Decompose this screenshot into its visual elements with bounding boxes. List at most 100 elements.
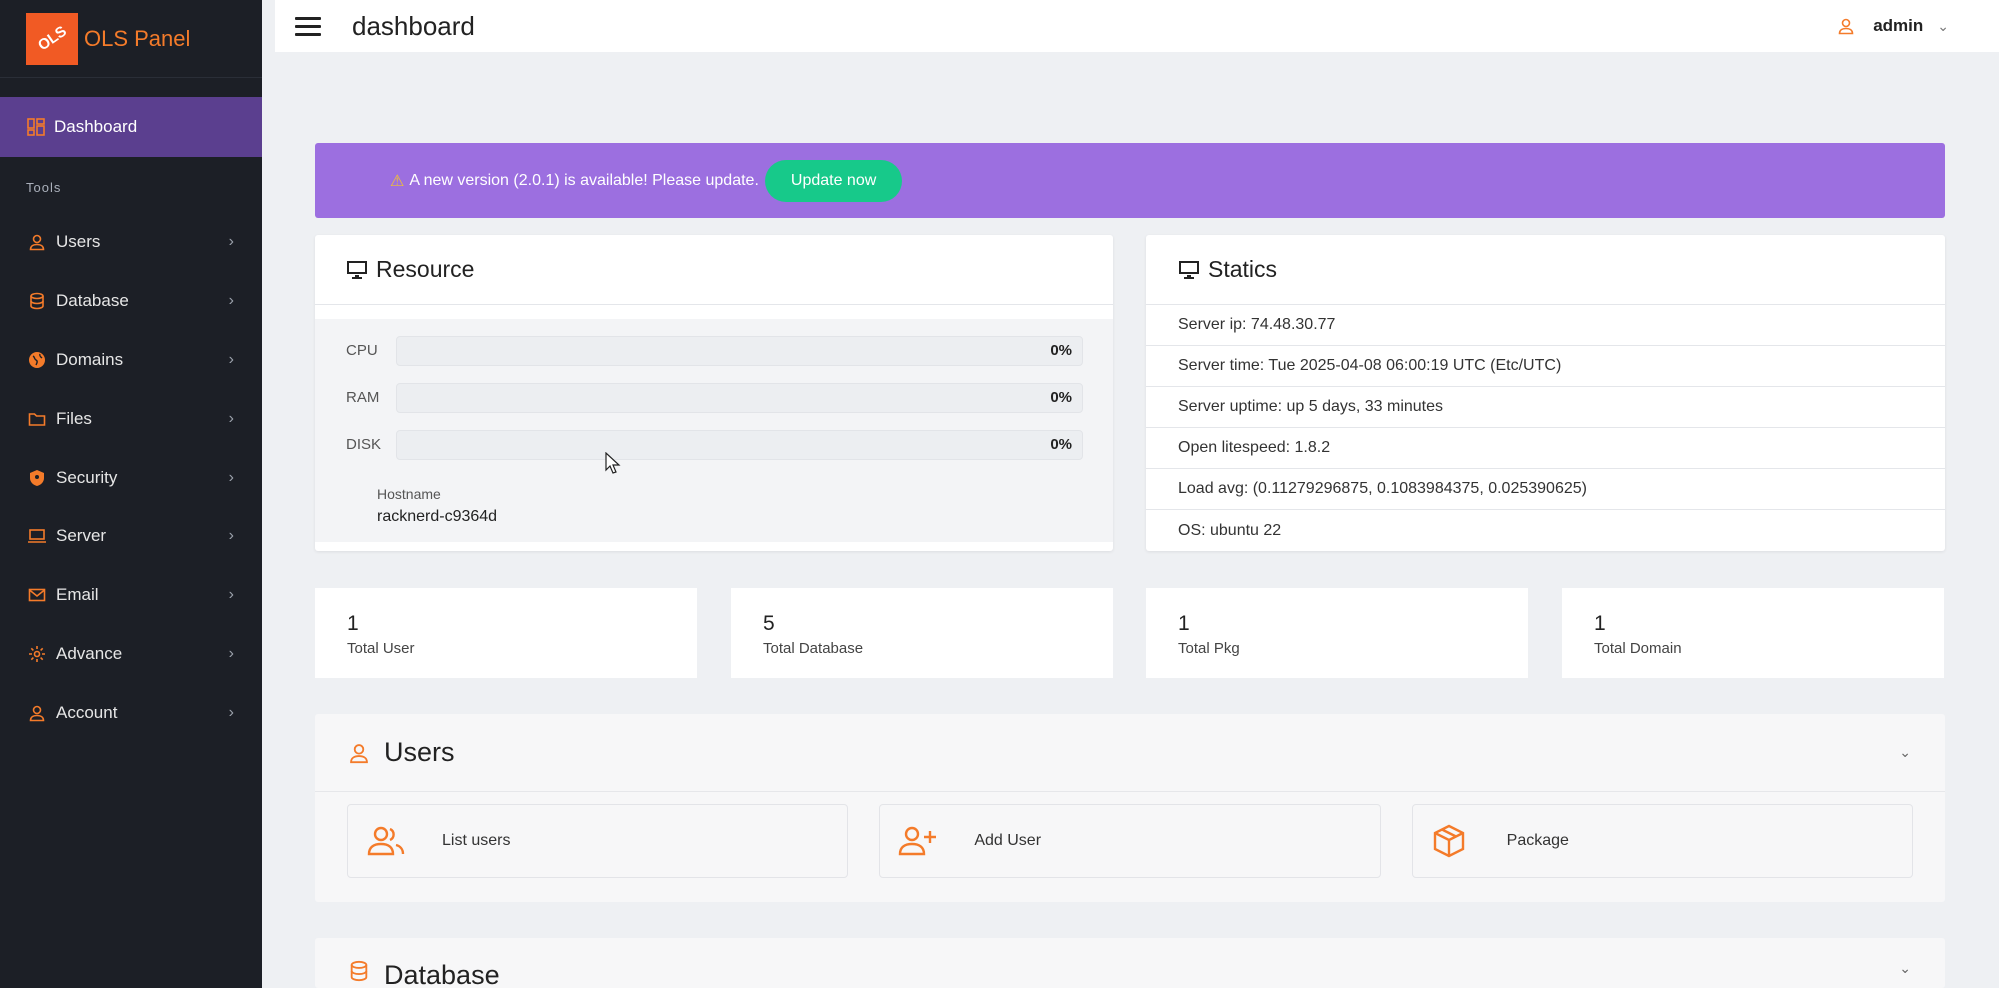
database-section: Database ⌄ — [315, 938, 1945, 988]
sidebar-item-label: Domains — [56, 349, 124, 369]
menu-toggle-icon[interactable] — [295, 16, 321, 36]
sidebar-item-users[interactable]: Users › — [0, 213, 262, 272]
package-button[interactable]: Package — [1411, 804, 1913, 878]
stat-row: Server ip: 74.48.30.77 — [1146, 305, 1945, 346]
user-icon — [1838, 18, 1854, 35]
stat-row: Server uptime: up 5 days, 33 minutes — [1146, 387, 1945, 428]
list-users-button[interactable]: List users — [347, 804, 849, 878]
resource-row-ram: RAM 0% — [315, 374, 1113, 421]
brand-name: OLS Panel — [84, 25, 191, 51]
gear-icon — [26, 643, 48, 665]
chevron-right-icon: › — [228, 527, 234, 545]
card-title: Statics — [1146, 235, 1945, 305]
sidebar-item-label: Advance — [56, 643, 123, 663]
user-menu[interactable]: admin ⌄ — [1837, 16, 1949, 36]
disk-progress-bar: 0% — [396, 429, 1083, 460]
sidebar-section-label: Tools — [26, 180, 62, 195]
sidebar-item-security[interactable]: Security › — [0, 448, 262, 507]
laptop-icon — [26, 525, 48, 547]
hostname-value: racknerd-c9364d — [377, 508, 498, 525]
logo: OLS — [26, 12, 78, 65]
globe-icon — [26, 349, 48, 371]
resource-row-disk: DISK 0% — [315, 421, 1113, 468]
dashboard-icon — [27, 118, 45, 136]
sidebar-item-files[interactable]: Files › — [0, 389, 262, 448]
page-title: dashboard — [352, 10, 475, 41]
chevron-down-icon: ⌄ — [1937, 17, 1949, 34]
tile-label: Package — [1506, 832, 1569, 849]
chevron-right-icon: › — [228, 409, 234, 427]
chevron-right-icon: › — [228, 233, 234, 251]
ram-progress-bar: 0% — [396, 382, 1083, 413]
shield-icon — [26, 467, 48, 489]
sidebar-item-label: Security — [56, 467, 118, 487]
users-icon — [366, 825, 410, 857]
sidebar: OLS OLS Panel Dashboard Tools Users › Da… — [0, 0, 262, 988]
sidebar-item-dashboard[interactable]: Dashboard — [0, 97, 262, 157]
add-user-button[interactable]: Add User — [879, 804, 1381, 878]
summary-label: Total Database — [763, 640, 864, 657]
cpu-progress-bar: 0% — [396, 335, 1083, 366]
sidebar-item-server[interactable]: Server › — [0, 507, 262, 566]
sidebar-item-label: Server — [56, 526, 107, 546]
resource-label: RAM — [346, 389, 380, 406]
top-header: dashboard admin ⌄ — [275, 0, 1999, 52]
resource-label: DISK — [346, 436, 382, 453]
total-pkg-tile: 1 Total Pkg — [1146, 588, 1528, 678]
chevron-right-icon: › — [228, 292, 234, 310]
total-database-tile: 5 Total Database — [731, 588, 1113, 678]
chevron-right-icon: › — [228, 644, 234, 662]
folder-icon — [26, 408, 48, 430]
update-now-button[interactable]: Update now — [764, 159, 903, 202]
chevron-right-icon: › — [228, 350, 234, 368]
username: admin — [1873, 16, 1924, 35]
stat-row: Open litespeed: 1.8.2 — [1146, 428, 1945, 469]
chevron-right-icon: › — [228, 586, 234, 604]
summary-number: 1 — [347, 612, 359, 635]
database-icon — [26, 290, 48, 312]
warning-icon: ⚠ — [390, 172, 405, 190]
sidebar-item-account[interactable]: Account › — [0, 683, 262, 742]
user-icon — [348, 742, 370, 764]
hostname-label: Hostname — [377, 486, 441, 502]
resource-row-cpu: CPU 0% — [315, 327, 1113, 374]
stat-row: Server time: Tue 2025-04-08 06:00:19 UTC… — [1146, 346, 1945, 387]
sidebar-item-advance[interactable]: Advance › — [0, 625, 262, 684]
summary-label: Total User — [347, 640, 415, 657]
summary-number: 5 — [763, 612, 775, 635]
sidebar-item-email[interactable]: Email › — [0, 566, 262, 625]
tile-label: Add User — [974, 832, 1042, 849]
add-user-icon — [898, 825, 942, 857]
user-icon — [26, 231, 48, 253]
total-user-tile: 1 Total User — [315, 588, 697, 678]
monitor-icon — [1179, 260, 1199, 279]
update-message: A new version (2.0.1) is available! Plea… — [409, 171, 759, 189]
package-icon — [1431, 823, 1475, 859]
users-section-header[interactable]: Users ⌄ — [315, 714, 1945, 792]
sidebar-item-label: Files — [56, 408, 92, 428]
database-section-header[interactable]: Database ⌄ — [315, 938, 1945, 988]
monitor-icon — [347, 260, 367, 279]
chevron-down-icon[interactable]: ⌄ — [1899, 744, 1911, 761]
sidebar-item-label: Account — [56, 702, 118, 722]
users-section: Users ⌄ List users Add User Package — [315, 714, 1945, 902]
chevron-right-icon: › — [228, 468, 234, 486]
chevron-right-icon: › — [228, 703, 234, 721]
sidebar-item-label: Database — [56, 291, 129, 311]
sidebar-item-database[interactable]: Database › — [0, 272, 262, 331]
resource-body: CPU 0% RAM 0% DISK 0% Hostname racknerd-… — [315, 319, 1113, 542]
chevron-down-icon[interactable]: ⌄ — [1899, 960, 1911, 977]
mail-icon — [26, 584, 48, 606]
user-icon — [26, 702, 48, 724]
sidebar-item-domains[interactable]: Domains › — [0, 331, 262, 390]
tile-label: List users — [442, 832, 511, 849]
resource-label: CPU — [346, 342, 378, 359]
sidebar-item-label: Email — [56, 585, 99, 605]
summary-number: 1 — [1178, 612, 1190, 635]
brand[interactable]: OLS OLS Panel — [0, 0, 262, 78]
total-domain-tile: 1 Total Domain — [1562, 588, 1944, 678]
section-title: Database — [384, 960, 500, 988]
users-actions: List users Add User Package — [315, 792, 1945, 890]
summary-label: Total Pkg — [1178, 640, 1240, 657]
summary-number: 1 — [1594, 612, 1606, 635]
